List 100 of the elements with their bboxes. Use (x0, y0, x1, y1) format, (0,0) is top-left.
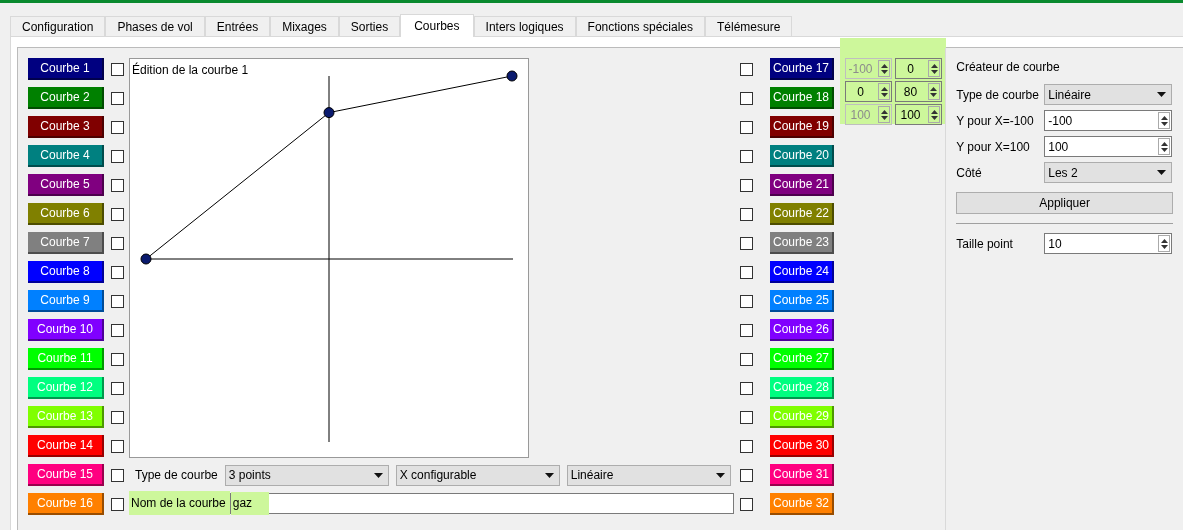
checkbox[interactable] (111, 468, 124, 482)
curve-button[interactable]: Courbe 3 (28, 116, 104, 138)
checkbox[interactable] (111, 352, 124, 366)
curve-button[interactable]: Courbe 7 (28, 232, 104, 254)
curve-button[interactable]: Courbe 8 (28, 261, 104, 283)
spin-field[interactable]: 0 (845, 81, 892, 102)
checkbox[interactable] (111, 294, 124, 308)
checkbox[interactable] (111, 265, 124, 279)
checkbox[interactable] (111, 439, 124, 453)
checkbox[interactable] (740, 294, 753, 308)
spin-arrows-icon[interactable] (1158, 112, 1171, 129)
checkbox[interactable] (740, 120, 753, 134)
field-label: Côté (956, 164, 983, 182)
spin-arrows-icon[interactable] (928, 83, 940, 100)
checkbox[interactable] (740, 352, 753, 366)
checkbox[interactable] (740, 497, 753, 511)
tab[interactable]: Fonctions spéciales (575, 16, 705, 36)
dropdown[interactable]: Linéaire (566, 464, 731, 486)
checkbox[interactable] (740, 323, 753, 337)
checkbox[interactable] (111, 62, 124, 76)
spin-arrows-icon[interactable] (878, 83, 890, 100)
checkbox[interactable] (740, 265, 753, 279)
field-label: Taille point (956, 235, 1014, 253)
curve-editor[interactable]: Édition de la courbe 1 (129, 58, 529, 458)
tab[interactable]: Télémesure (705, 16, 793, 36)
spin-arrows-icon[interactable] (1158, 138, 1171, 155)
caret-icon (1157, 92, 1167, 97)
checkbox[interactable] (740, 381, 753, 395)
spin-field[interactable]: 100 (895, 104, 942, 125)
dropdown[interactable]: X configurable (395, 464, 560, 486)
checkbox[interactable] (111, 236, 124, 250)
field-label: Y pour X=-100 (956, 112, 1035, 130)
curve-button[interactable]: Courbe 15 (28, 464, 104, 486)
curve-button[interactable]: Courbe 4 (28, 145, 104, 167)
curve-button[interactable]: Courbe 10 (28, 319, 104, 341)
checkbox[interactable] (111, 323, 124, 337)
spin-arrows-icon[interactable] (928, 60, 940, 77)
tab[interactable]: Mixages (270, 16, 339, 36)
checkbox[interactable] (740, 91, 753, 105)
checkbox[interactable] (740, 149, 753, 163)
spin-arrows-icon[interactable] (928, 106, 940, 123)
curve-button[interactable]: Courbe 1 (28, 58, 104, 80)
dropdown[interactable]: 3 points (224, 464, 389, 486)
tab[interactable]: Courbes (400, 14, 474, 37)
checkbox[interactable] (111, 497, 124, 511)
curve-button[interactable]: Courbe 23 (770, 232, 834, 254)
field-label: Y pour X=100 (956, 138, 1031, 156)
tab[interactable]: Sorties (338, 16, 401, 36)
curve-button[interactable]: Courbe 19 (770, 116, 834, 138)
curve-button[interactable]: Courbe 5 (28, 174, 104, 196)
field-label: Nom de la courbe (129, 491, 230, 515)
caret-icon (544, 472, 554, 478)
spin-field[interactable]: 100 (1044, 136, 1173, 157)
checkbox[interactable] (111, 149, 124, 163)
tab[interactable]: Configuration (10, 16, 106, 36)
checkbox[interactable] (740, 236, 753, 250)
apply-button[interactable]: Appliquer (956, 192, 1173, 214)
curve-button[interactable]: Courbe 30 (770, 435, 834, 457)
checkbox[interactable] (740, 178, 753, 192)
checkbox[interactable] (740, 468, 753, 482)
curve-button[interactable]: Courbe 31 (770, 464, 834, 486)
tab[interactable]: Phases de vol (105, 16, 205, 36)
curve-point[interactable] (323, 107, 335, 119)
checkbox[interactable] (740, 62, 753, 76)
checkbox[interactable] (111, 91, 124, 105)
curve-button[interactable]: Courbe 26 (770, 319, 834, 341)
dropdown[interactable]: Linéaire (1044, 84, 1173, 105)
checkbox[interactable] (740, 410, 753, 424)
curve-button[interactable]: Courbe 14 (28, 435, 104, 457)
editor-title: Édition de la courbe 1 (132, 61, 249, 79)
checkbox[interactable] (111, 178, 124, 192)
spin-field[interactable]: 80 (895, 81, 942, 102)
curve-button[interactable]: Courbe 6 (28, 203, 104, 225)
spin-field[interactable]: 0 (895, 58, 942, 79)
dropdown[interactable]: Les 2 (1044, 162, 1173, 183)
curve-button[interactable]: Courbe 18 (770, 87, 834, 109)
spin-field[interactable]: 10 (1044, 233, 1173, 254)
curve-button[interactable]: Courbe 9 (28, 290, 104, 312)
tab[interactable]: Inters logiques (473, 16, 576, 36)
checkbox[interactable] (111, 207, 124, 221)
spin-arrows-icon[interactable] (1158, 235, 1171, 252)
curve-button[interactable]: Courbe 2 (28, 87, 104, 109)
field-label: Type de courbe (135, 467, 218, 484)
checkbox[interactable] (111, 410, 124, 424)
spin-field[interactable]: -100 (1044, 110, 1173, 131)
field-label: Type de courbe (956, 86, 1040, 104)
curve-button[interactable]: Courbe 20 (770, 145, 834, 167)
curve-point[interactable] (140, 253, 152, 265)
curve-button[interactable]: Courbe 21 (770, 174, 834, 196)
tab[interactable]: Entrées (204, 16, 271, 36)
curve-name-field[interactable]: gaz (229, 492, 734, 514)
curve-button[interactable]: Courbe 25 (770, 290, 834, 312)
curve-button[interactable]: Courbe 24 (770, 261, 834, 283)
curve-point[interactable] (506, 70, 518, 82)
checkbox[interactable] (740, 207, 753, 221)
checkbox[interactable] (111, 381, 124, 395)
checkbox[interactable] (111, 120, 124, 134)
curve-button[interactable]: Courbe 17 (770, 58, 834, 80)
checkbox[interactable] (740, 439, 753, 453)
curve-button[interactable]: Courbe 22 (770, 203, 834, 225)
